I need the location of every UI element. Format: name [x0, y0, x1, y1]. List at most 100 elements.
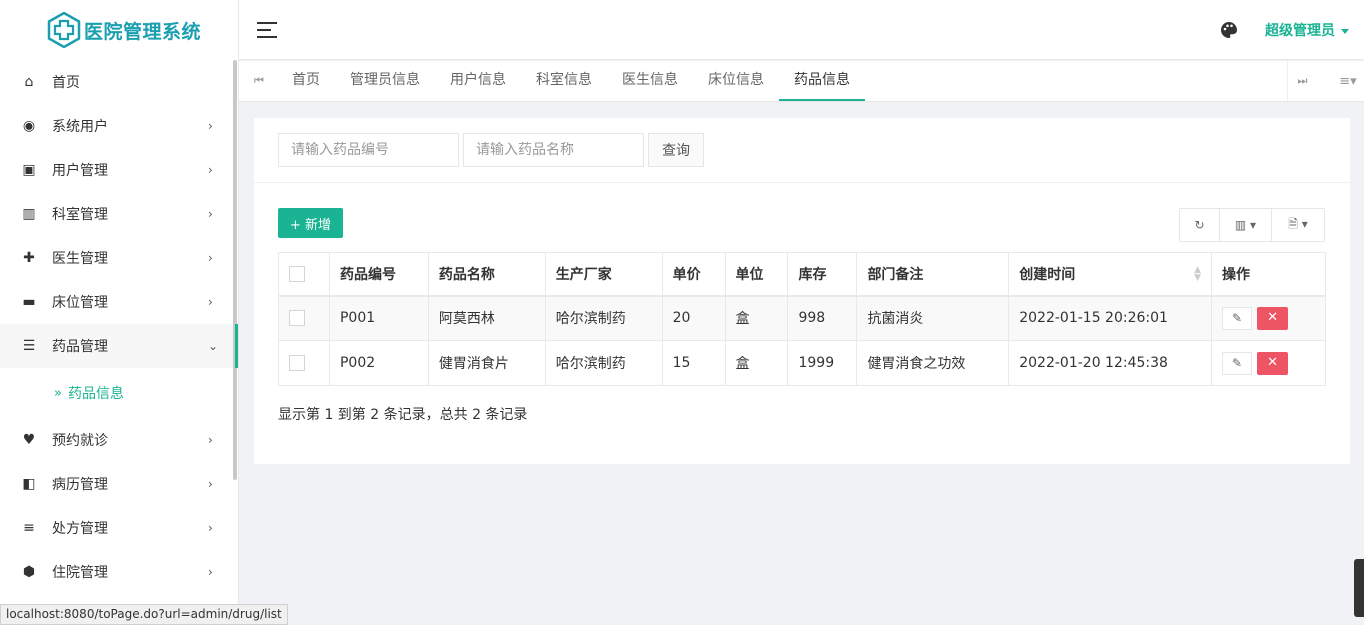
user-plus-icon: ✚ [23, 250, 35, 266]
checklist-icon: ≡ [23, 520, 35, 536]
sidebar-item-label: 科室管理 [52, 207, 108, 223]
row-checkbox[interactable] [289, 310, 305, 327]
tab-scroll-left-icon[interactable]: ⏮ [239, 61, 279, 101]
select-all-cell [278, 252, 330, 297]
export-icon[interactable]: 🗎 ▾ [1272, 209, 1324, 241]
logo[interactable]: 医院管理系统 [0, 0, 238, 60]
column-header-label: 操作 [1222, 266, 1251, 283]
bed-icon: ▬ [22, 294, 36, 310]
divider [254, 182, 1350, 183]
column-header-label: 库存 [798, 266, 827, 283]
columns-toggle-icon[interactable]: ▥ ▾ [1220, 209, 1272, 241]
sidebar-item-label: 药品管理 [52, 339, 108, 355]
column-header-label: 单位 [735, 266, 764, 283]
building-icon: ▥ [22, 206, 36, 222]
book-icon: ◧ [22, 476, 36, 492]
sidebar-item[interactable]: ♥ 预约就诊 › [0, 418, 238, 462]
table-cell: 2022-01-15 20:26:01 [1008, 295, 1213, 341]
column-header-label: 创建时间 [1019, 266, 1076, 283]
table-header: 药品编号 药品名称 生产厂家 单价 单位 库存 部门备注 创建时间 ▲ ▼ 操作 [278, 252, 1326, 297]
column-header: 单位 [724, 252, 789, 297]
home-icon: ⌂ [24, 74, 34, 90]
drug-code-input[interactable] [278, 133, 459, 167]
table-cell: 2022-01-20 12:45:38 [1008, 340, 1213, 386]
column-header: 单价 [661, 252, 726, 297]
tab[interactable]: 首页 [277, 61, 335, 101]
palette-icon[interactable] [1220, 21, 1238, 39]
sidebar-menu: ⌂ 首页 ◉ 系统用户 › ▣ 用户管理 › ▥ 科室管理 › ✚ 医生管理 › ▬ 床位管理 › ☰ 药品管理 ⌄»… [0, 60, 238, 594]
hospital-cross-icon [47, 12, 81, 48]
column-header-label: 药品名称 [438, 266, 495, 283]
add-button[interactable]: + 新增 [278, 208, 343, 238]
row-checkbox[interactable] [289, 355, 305, 371]
double-chevron-icon: » [54, 385, 62, 401]
sidebar-item[interactable]: ◉ 系统用户 › [0, 104, 238, 148]
table-cell: 盒 [724, 295, 789, 341]
side-widget[interactable] [1354, 559, 1364, 617]
tab[interactable]: 用户信息 [435, 61, 521, 101]
sidebar-item[interactable]: ☰ 药品管理 ⌄ [0, 324, 238, 368]
tab-bar: ⏮ 首页 管理员信息 用户信息 科室信息 医生信息 床位信息 药品信息 ⏭ ≡▾ [239, 61, 1364, 102]
drug-name-input[interactable] [463, 133, 644, 167]
sort-icon[interactable]: ▲ ▼ [1194, 265, 1201, 282]
column-header: 药品编号 [328, 252, 429, 297]
table-cell: 健胃消食片 [427, 340, 546, 386]
shield-icon: ⬢ [22, 564, 36, 580]
sidebar-item[interactable]: ⌂ 首页 [0, 60, 238, 104]
column-header[interactable]: 创建时间 ▲ ▼ [1008, 252, 1213, 297]
column-header-label: 生产厂家 [555, 266, 612, 283]
search-button[interactable]: 查询 [648, 133, 704, 167]
table-cell: 哈尔滨制药 [544, 295, 663, 341]
row-actions: ✎ ✕ [1211, 340, 1326, 386]
column-header: 库存 [787, 252, 858, 297]
edit-icon[interactable]: ✎ [1222, 306, 1253, 330]
table-toolbar: ↻ ▥ ▾ 🗎 ▾ [1179, 208, 1325, 242]
sidebar-item[interactable]: ✚ 医生管理 › [0, 236, 238, 280]
table-cell: 20 [661, 295, 726, 341]
tab-scroll-right-icon[interactable]: ⏭ [1287, 61, 1317, 101]
sidebar-item[interactable]: ▬ 床位管理 › [0, 280, 238, 324]
table-cell: 抗菌消炎 [856, 295, 1010, 341]
select-all-checkbox[interactable] [289, 265, 305, 282]
tab[interactable]: 医生信息 [607, 61, 693, 101]
submenu-item-drug-info[interactable]: » 药品信息 [0, 368, 238, 418]
tab[interactable]: 床位信息 [693, 61, 779, 101]
user-name: 超级管理员 [1265, 23, 1335, 39]
sidebar: 医院管理系统 ⌂ 首页 ◉ 系统用户 › ▣ 用户管理 › ▥ 科室管理 › ✚ 医生管理 › ▬ 床位管理 ›… [0, 0, 239, 625]
table-row[interactable]: P002 健胃消食片 哈尔滨制药 15 盒 1999 健胃消食之功效 2022-01-20 1… [278, 340, 1326, 386]
sidebar-item-label: 系统用户 [52, 119, 108, 135]
sidebar-item[interactable]: ◧ 病历管理 › [0, 462, 238, 506]
search-form: 查询 [278, 133, 704, 167]
tab-options-icon[interactable]: ≡▾ [1333, 61, 1363, 101]
row-select-cell [278, 295, 330, 341]
delete-icon[interactable]: ✕ [1257, 351, 1289, 375]
sidebar-item[interactable]: ▣ 用户管理 › [0, 148, 238, 192]
user-menu[interactable]: 超级管理员 [1265, 20, 1349, 40]
sidebar-item[interactable]: ≡ 处方管理 › [0, 506, 238, 550]
row-actions: ✎ ✕ [1211, 295, 1326, 341]
column-header-label: 单价 [672, 266, 701, 283]
sidebar-item-label: 预约就诊 [52, 433, 108, 449]
sidebar-item[interactable]: ▥ 科室管理 › [0, 192, 238, 236]
tab[interactable]: 管理员信息 [335, 61, 435, 101]
sidebar-item-label: 首页 [52, 75, 80, 91]
table-cell: 健胃消食之功效 [856, 340, 1010, 386]
chevron-right-icon: › [208, 521, 213, 535]
sidebar-scrollbar[interactable] [233, 60, 237, 480]
tab[interactable]: 科室信息 [521, 61, 607, 101]
edit-icon[interactable]: ✎ [1222, 351, 1253, 375]
delete-icon[interactable]: ✕ [1257, 306, 1289, 330]
row-select-cell [278, 340, 330, 386]
app-title: 医院管理系统 [84, 20, 202, 43]
column-header-label: 部门备注 [867, 266, 924, 283]
table-cell: 998 [787, 295, 858, 341]
menu-toggle-icon[interactable] [257, 22, 277, 43]
refresh-icon[interactable]: ↻ [1180, 209, 1220, 241]
pagination-info: 显示第 1 到第 2 条记录，总共 2 条记录 [278, 407, 528, 423]
drug-table: 药品编号 药品名称 生产厂家 单价 单位 库存 部门备注 创建时间 ▲ ▼ 操作 P001 阿莫西林哈… [278, 252, 1326, 386]
table-row[interactable]: P001 阿莫西林 哈尔滨制药 20 盒 998 抗菌消炎 2022-01-15 20:26:… [278, 295, 1326, 341]
sidebar-item[interactable]: ⬢ 住院管理 › [0, 550, 238, 594]
sidebar-item-label: 医生管理 [52, 251, 108, 267]
tab[interactable]: 药品信息 [779, 61, 865, 101]
table-cell: P001 [328, 295, 429, 341]
